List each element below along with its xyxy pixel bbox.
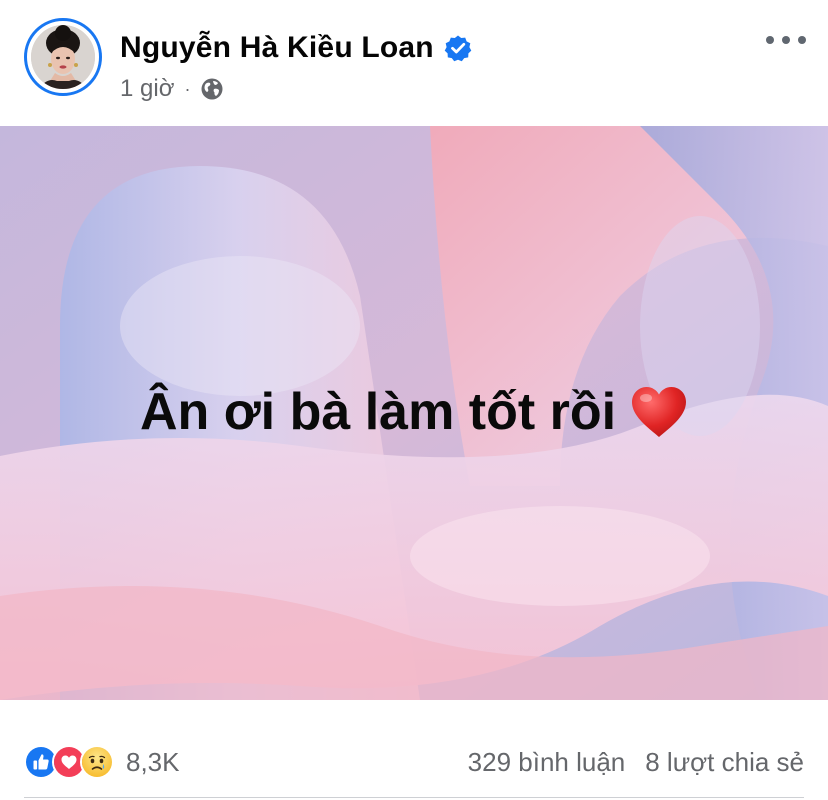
- engagement-stats: 329 bình luận 8 lượt chia sẻ: [468, 742, 804, 782]
- post-time[interactable]: 1 giờ: [120, 75, 174, 103]
- sad-reaction: [80, 745, 114, 779]
- post-text-line: Ân ơi bà làm tốt rồi: [140, 382, 688, 442]
- post-header: Nguyễn Hà Kiều Loan 1 giờ ·: [0, 0, 828, 126]
- more-horizontal-icon: [798, 36, 806, 44]
- post-footer: 8,3K 329 bình luận 8 lượt chia sẻ: [0, 700, 828, 800]
- author-name[interactable]: Nguyễn Hà Kiều Loan: [120, 31, 434, 65]
- more-horizontal-icon: [782, 36, 790, 44]
- more-options-button[interactable]: [766, 28, 806, 52]
- avatar-story-ring[interactable]: [24, 18, 102, 96]
- verified-badge-icon: [444, 35, 472, 62]
- post-text: Ân ơi bà làm tốt rồi: [139, 383, 617, 441]
- reactions-summary[interactable]: 8,3K: [24, 742, 180, 782]
- reaction-count[interactable]: 8,3K: [126, 747, 180, 778]
- footer-divider: [24, 797, 804, 798]
- sad-icon: [82, 747, 112, 777]
- comments-count-link[interactable]: 329 bình luận: [468, 747, 626, 778]
- globe-icon[interactable]: [200, 77, 224, 101]
- author-row: Nguyễn Hà Kiều Loan: [120, 28, 472, 68]
- post-text-container: Ân ơi bà làm tốt rồi: [0, 126, 828, 700]
- avatar[interactable]: [31, 25, 95, 89]
- facebook-post: Nguyễn Hà Kiều Loan 1 giờ · Ân ơi bà làm…: [0, 0, 828, 800]
- more-horizontal-icon: [766, 36, 774, 44]
- avatar-photo: [31, 25, 95, 89]
- post-meta: 1 giờ ·: [120, 72, 224, 106]
- shares-count-link[interactable]: 8 lượt chia sẻ: [645, 747, 804, 778]
- meta-separator: ·: [184, 78, 191, 99]
- post-background-card[interactable]: Ân ơi bà làm tốt rồi: [0, 126, 828, 700]
- red-heart-icon: [632, 387, 687, 437]
